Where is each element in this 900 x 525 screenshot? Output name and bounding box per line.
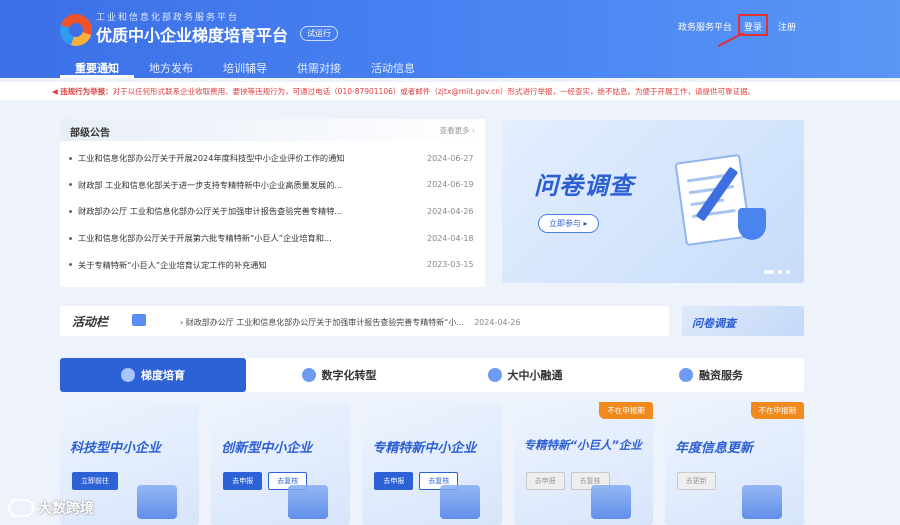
warning-label: 违规行为举报： bbox=[60, 87, 113, 96]
go-now-button[interactable]: 立即前往 bbox=[72, 472, 118, 490]
carousel-dots[interactable] bbox=[764, 270, 790, 274]
gov-portal-link[interactable]: 政务服务平台 bbox=[678, 20, 732, 33]
list-item[interactable]: 工业和信息化部办公厅关于开展第六批专精特新“小巨人”企业培育和... 2024-0… bbox=[60, 225, 485, 252]
speaker-icon: ◀ bbox=[52, 87, 58, 96]
news-title[interactable]: 工业和信息化部办公厅关于开展2024年度科技型中小企业评价工作的通知 bbox=[78, 152, 427, 164]
finance-icon bbox=[679, 368, 693, 382]
announcements-title: 部级公告 bbox=[70, 128, 110, 139]
watermark-logo-icon bbox=[8, 499, 34, 517]
news-date: 2024-06-19 bbox=[427, 180, 474, 190]
platform-title[interactable]: 优质中小企业梯度培育平台 bbox=[96, 22, 288, 46]
report-warning-bar: ◀ 违规行为举报：对于以任何形式联系企业收取费用、要挟等违规行为，可通过电话（0… bbox=[0, 82, 900, 100]
shield-icon bbox=[121, 368, 135, 382]
banner-title: 问卷调查 bbox=[534, 172, 634, 200]
apply-button[interactable]: 去申报 bbox=[525, 472, 565, 490]
card-title: 专精特新中小企业 bbox=[372, 441, 477, 456]
tab-digital-transformation[interactable]: 数字化转型 bbox=[246, 358, 432, 392]
tab-gradient-cultivation[interactable]: 梯度培育 bbox=[60, 358, 246, 392]
activity-title: 活动栏 bbox=[72, 315, 109, 329]
service-tabs: 梯度培育 数字化转型 大中小融通 融资服务 bbox=[60, 358, 804, 392]
card-title: 创新型中小企业 bbox=[221, 441, 313, 456]
update-button[interactable]: 去更新 bbox=[676, 472, 716, 490]
watermark-text: 大数跨境 bbox=[38, 501, 94, 517]
digital-icon bbox=[301, 368, 316, 382]
main-nav: 重要通知 地方发布 培训辅导 供需对接 活动信息 bbox=[60, 56, 430, 78]
apply-button[interactable]: 去申报 bbox=[374, 472, 414, 490]
not-in-period-badge: 不在申报期 bbox=[599, 402, 653, 419]
rocket-illustration-icon bbox=[288, 485, 329, 519]
news-title[interactable]: 财政部办公厅 工业和信息化部办公厅关于加强审计报告查验完善专精特... bbox=[78, 205, 427, 217]
nav-supply-demand[interactable]: 供需对接 bbox=[282, 56, 356, 78]
card-title: 科技型中小企业 bbox=[70, 441, 162, 456]
list-item[interactable]: 关于专精特新“小巨人”企业培育认定工作的补充通知 2023-03-15 bbox=[60, 251, 485, 278]
warning-text: 对于以任何形式联系企业收取费用、要挟等违规行为，可通过电话（010-879011… bbox=[112, 87, 756, 96]
ministry-announcements: 部级公告 查看更多 › 工业和信息化部办公厅关于开展2024年度科技型中小企业评… bbox=[60, 119, 485, 287]
activity-bar: 活动栏 › 财政部办公厅 工业和信息化部办公厅关于加强审计报告查验完善专精特新“… bbox=[60, 306, 669, 336]
join-now-button[interactable]: 立即参与 ▸ bbox=[538, 214, 599, 233]
chart-illustration-icon bbox=[439, 485, 480, 519]
nav-local-release[interactable]: 地方发布 bbox=[134, 56, 208, 78]
news-title[interactable]: 工业和信息化部办公厅关于开展第六批专精特新“小巨人”企业培育和... bbox=[78, 232, 427, 244]
survey-side-title: 问卷调查 bbox=[692, 317, 736, 330]
news-date: 2024-06-27 bbox=[427, 153, 474, 163]
card-annual-update[interactable]: 不在申报期 年度信息更新 去更新 bbox=[664, 402, 805, 525]
survey-banner[interactable]: 问卷调查 立即参与 ▸ bbox=[502, 120, 804, 283]
tab-integration[interactable]: 大中小融通 bbox=[432, 358, 618, 392]
news-title[interactable]: 财政部 工业和信息化部关于进一步支持专精特新中小企业高质量发展的... bbox=[78, 179, 427, 191]
announcements-header: 部级公告 查看更多 › bbox=[60, 119, 485, 141]
list-item[interactable]: 工业和信息化部办公厅关于开展2024年度科技型中小企业评价工作的通知 2024-0… bbox=[60, 145, 485, 172]
ministry-logo-icon bbox=[60, 14, 92, 46]
tab-financing[interactable]: 融资服务 bbox=[618, 358, 804, 392]
apply-button[interactable]: 去申报 bbox=[223, 472, 263, 490]
integration-icon bbox=[487, 368, 502, 382]
not-in-period-badge: 不在申报期 bbox=[750, 402, 805, 419]
card-title: 年度信息更新 bbox=[674, 441, 753, 456]
megaphone-icon bbox=[132, 314, 146, 326]
site-header: 工业和信息化部政务服务平台 优质中小企业梯度培育平台 试运行 政务服务平台 登录… bbox=[0, 0, 900, 78]
document-illustration-icon bbox=[742, 485, 783, 519]
card-title: 专精特新“小巨人”企业 bbox=[523, 438, 642, 452]
activity-text[interactable]: 财政部办公厅 工业和信息化部办公厅关于加强审计报告查验完善专精特新“小... bbox=[186, 318, 464, 327]
survey-side-banner[interactable]: 问卷调查 bbox=[682, 306, 804, 336]
trial-badge: 试运行 bbox=[300, 26, 338, 41]
activity-date: 2024-04-26 bbox=[474, 318, 521, 327]
watermark: 大数跨境 bbox=[8, 498, 94, 518]
card-little-giant[interactable]: 不在申报期 专精特新“小巨人”企业 去申报 去复核 bbox=[513, 402, 653, 525]
shield-check-icon bbox=[738, 208, 766, 240]
nav-training[interactable]: 培训辅导 bbox=[208, 56, 282, 78]
news-date: 2024-04-18 bbox=[427, 233, 474, 243]
news-title[interactable]: 关于专精特新“小巨人”企业培育认定工作的补充通知 bbox=[78, 259, 427, 271]
building-illustration-icon bbox=[137, 485, 178, 519]
list-item[interactable]: 财政部办公厅 工业和信息化部办公厅关于加强审计报告查验完善专精特... 2024-… bbox=[60, 198, 485, 225]
view-more-link[interactable]: 查看更多 › bbox=[440, 125, 475, 136]
activity-item[interactable]: › 财政部办公厅 工业和信息化部办公厅关于加强审计报告查验完善专精特新“小...… bbox=[180, 317, 521, 328]
list-item[interactable]: 财政部 工业和信息化部关于进一步支持专精特新中小企业高质量发展的... 2024-… bbox=[60, 172, 485, 199]
trophy-illustration-icon bbox=[590, 485, 631, 519]
card-specialized-sme[interactable]: 专精特新中小企业 去申报 去复核 bbox=[362, 402, 502, 525]
news-date: 2023-03-15 bbox=[427, 260, 474, 270]
cultivation-cards: 科技型中小企业 立即前往 创新型中小企业 去申报 去复核 专精特新中小企业 去申报… bbox=[60, 402, 805, 525]
news-date: 2024-04-26 bbox=[427, 206, 474, 216]
annotation-arrow bbox=[717, 32, 744, 48]
nav-activity-info[interactable]: 活动信息 bbox=[356, 56, 430, 78]
announcement-list: 工业和信息化部办公厅关于开展2024年度科技型中小企业评价工作的通知 2024-0… bbox=[60, 141, 485, 278]
nav-important-notice[interactable]: 重要通知 bbox=[60, 56, 134, 78]
register-link[interactable]: 注册 bbox=[778, 20, 796, 33]
card-innovative-sme[interactable]: 创新型中小企业 去申报 去复核 bbox=[211, 402, 351, 525]
